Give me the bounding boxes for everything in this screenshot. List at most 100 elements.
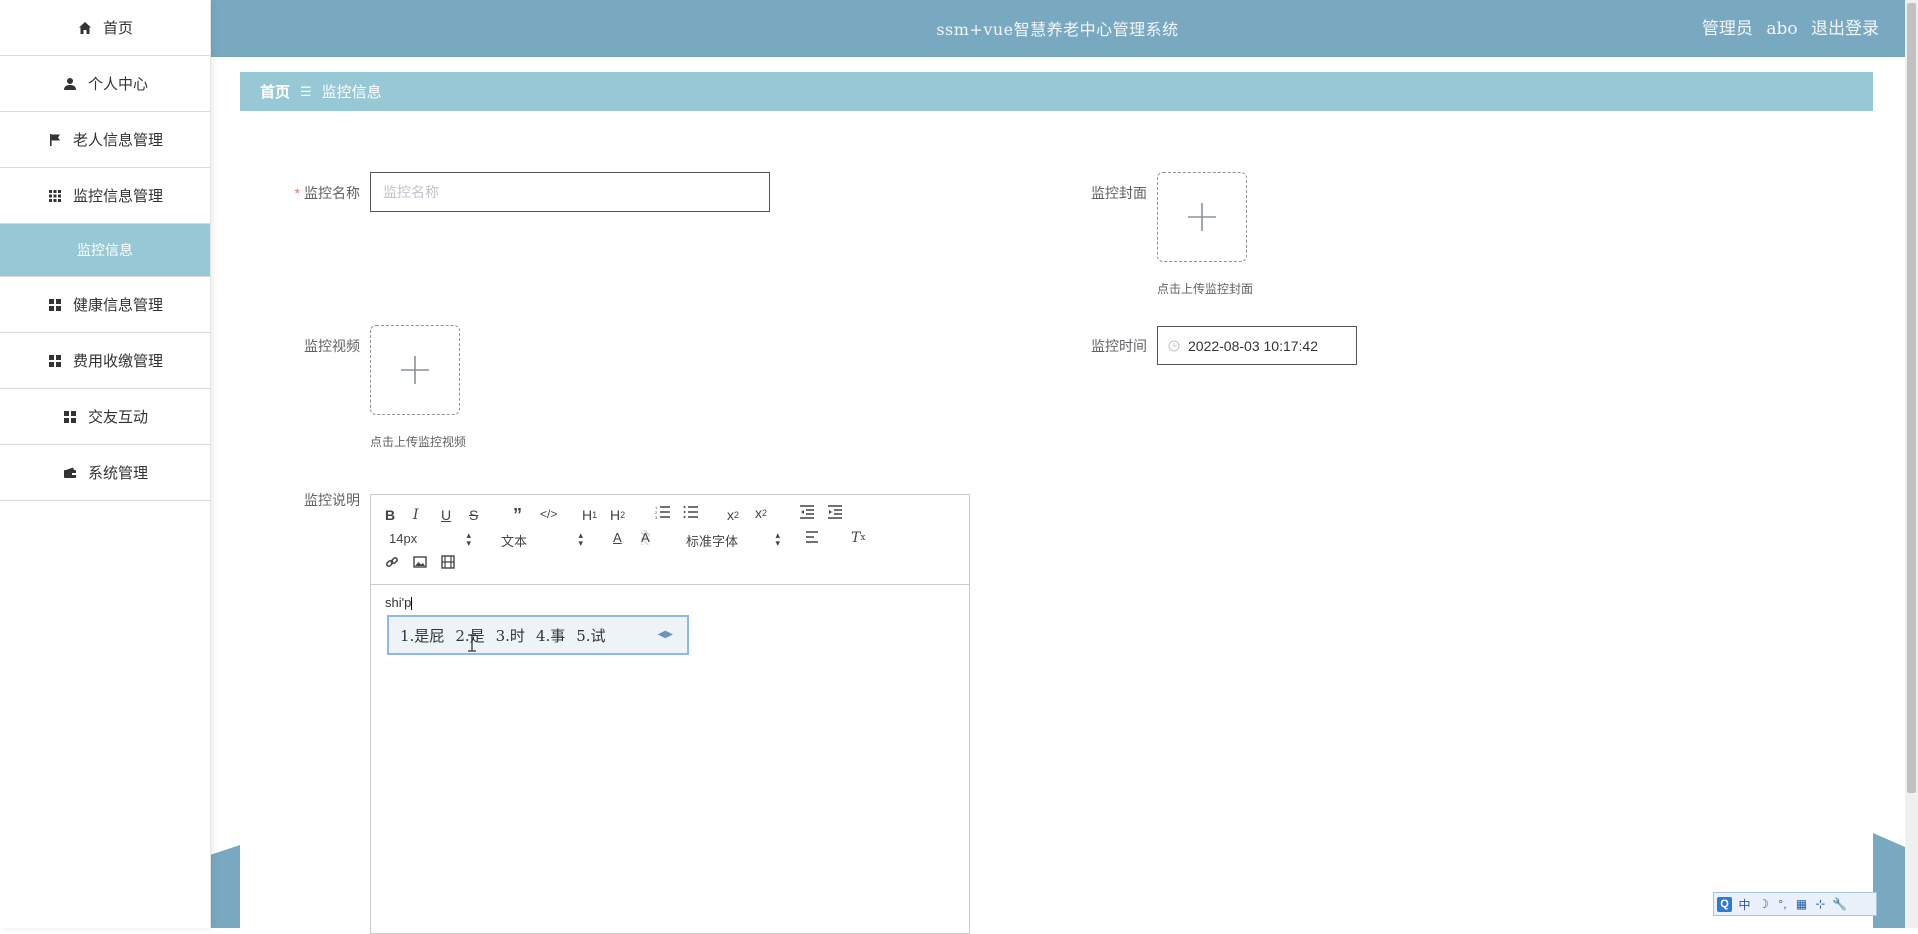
h2-icon[interactable]: H2 [610,507,625,523]
image-icon[interactable] [413,555,427,569]
video-upload-tip: 点击上传监控视频 [370,435,467,449]
user-area: 管理员 abo 退出登录 [1702,14,1879,39]
font-size-select[interactable]: 14px ▴ ▾ [389,530,471,548]
ime-candidate[interactable]: 5.试 [576,625,605,646]
sidebar: 首页 个人中心 老人信息管理 监控信息管理 监控信息 健康信息管理 费用收缴管理… [0,0,211,928]
clock-icon [1168,340,1180,352]
sidebar-item-label: 老人信息管理 [72,132,163,149]
time-label: 监控时间 [1091,338,1147,354]
sidebar-item-personal-center[interactable]: 个人中心 [0,56,210,112]
text-caret [411,597,413,611]
apps-icon [47,353,63,369]
username: abo [1766,19,1798,39]
plus-icon [1188,203,1216,231]
indent-icon[interactable] [827,505,843,519]
ime-status-bar: Q 中 ☽ °, ▦ ⊹ 🔧 [1713,892,1877,916]
background-color-icon[interactable]: A [641,530,650,545]
app-title: ssm+vue智慧养老中心管理系统 [936,20,1179,39]
editor-toolbar: B I U S ” </> H1 H2 123 x2 x2 14px ▴ ▾ 文本 ▴… [371,495,969,585]
ime-page-arrows-icon[interactable]: ◀▶ [658,629,673,640]
plus-icon [401,356,429,384]
subscript-icon[interactable]: x2 [727,507,739,523]
rich-text-editor: B I U S ” </> H1 H2 123 x2 x2 14px ▴ ▾ 文本 ▴… [370,494,970,934]
required-mark: * [294,185,300,201]
font-family-select[interactable]: 标准字体 ▴ ▾ [686,530,780,550]
underline-icon[interactable]: U [441,507,451,523]
ime-mode-chinese[interactable]: 中 [1735,894,1754,914]
user-icon [62,76,78,92]
sidebar-item-label: 费用收缴管理 [72,353,163,370]
ordered-list-icon[interactable]: 123 [655,505,671,519]
sidebar-item-label: 监控信息管理 [72,188,163,205]
sidebar-item-label: 个人中心 [87,76,148,93]
sidebar-item-label: 监控信息 [77,242,133,258]
ime-candidate[interactable]: 4.事 [536,625,565,646]
sidebar-item-label: 交友互动 [87,409,148,426]
sidebar-item-label: 健康信息管理 [72,297,163,314]
breadcrumb-separator-icon: ☰ [300,83,312,99]
bold-icon[interactable]: B [385,507,395,523]
monitor-time-picker[interactable]: 2022-08-03 10:17:42 [1157,326,1357,365]
sidebar-item-elder-info[interactable]: 老人信息管理 [0,112,210,168]
ime-candidate-window[interactable]: 1.是屁 2.是 3.时 4.事 5.试 ◀▶ [387,615,689,655]
logout-button[interactable]: 退出登录 [1811,19,1879,39]
sidebar-item-fee-management[interactable]: 费用收缴管理 [0,333,210,389]
sidebar-item-monitor-management[interactable]: 监控信息管理 [0,168,210,224]
ime-keyboard-icon[interactable]: ▦ [1792,894,1811,914]
cover-upload-tip: 点击上传监控封面 [1157,282,1254,296]
ime-punctuation-icon[interactable]: °, [1773,894,1792,914]
quote-icon[interactable]: ” [513,505,522,526]
select-arrow-icon: ▴ ▾ [466,530,471,548]
ime-candidate[interactable]: 3.时 [496,625,525,646]
vertical-scrollbar[interactable] [1905,0,1918,928]
sidebar-item-home[interactable]: 首页 [0,0,210,56]
svg-text:3: 3 [655,515,658,519]
ime-settings-icon[interactable]: 🔧 [1830,894,1849,914]
outdent-icon[interactable] [799,505,815,519]
apps-icon [47,297,63,313]
monitor-name-input[interactable] [370,172,770,212]
cover-label: 监控封面 [1091,185,1147,201]
header-type-select[interactable]: 文本 ▴ ▾ [501,531,583,550]
link-icon[interactable] [385,555,399,569]
strike-icon[interactable]: S [469,507,478,523]
ime-toolbox-icon[interactable]: ⊹ [1811,894,1830,914]
cover-upload-button[interactable] [1157,172,1247,262]
sidebar-item-health-management[interactable]: 健康信息管理 [0,277,210,333]
top-header: ssm+vue智慧养老中心管理系统 管理员 abo 退出登录 [210,0,1905,57]
scrollbar-thumb[interactable] [1907,3,1916,793]
wallet-icon [62,465,78,481]
select-arrow-icon: ▴ ▾ [775,530,780,548]
video-upload-button[interactable] [370,325,460,415]
sidebar-item-label: 首页 [102,20,133,37]
bullet-list-icon[interactable] [683,505,699,519]
ime-candidate[interactable]: 1.是屁 [400,625,444,646]
apps-icon [62,409,78,425]
user-role: 管理员 [1701,19,1753,39]
grid-icon [47,188,63,204]
font-color-icon[interactable]: A [613,530,622,545]
sidebar-item-social[interactable]: 交友互动 [0,389,210,445]
decorative-corner-right [1873,833,1905,928]
code-icon[interactable]: </> [540,507,557,521]
sidebar-item-label: 系统管理 [87,465,148,482]
italic-icon[interactable]: I [413,507,419,523]
name-label: * 监控名称 [294,185,360,201]
editor-content[interactable]: shi'p [385,595,413,611]
video-label: 监控视频 [304,338,360,354]
mouse-ibeam-icon [468,634,476,652]
desc-label: 监控说明 [304,492,360,508]
sidebar-item-system[interactable]: 系统管理 [0,445,210,501]
clear-format-icon[interactable]: Tx [851,530,865,546]
monitor-time-value: 2022-08-03 10:17:42 [1188,337,1318,354]
ime-logo-icon[interactable]: Q [1717,896,1732,912]
breadcrumb-home[interactable]: 首页 [260,81,290,102]
h1-icon[interactable]: H1 [582,507,597,523]
video-icon[interactable] [441,555,455,569]
breadcrumb-current: 监控信息 [321,84,382,101]
sidebar-item-monitor-info[interactable]: 监控信息 [0,224,210,277]
home-icon [77,20,93,36]
ime-moon-icon[interactable]: ☽ [1754,894,1773,914]
superscript-icon[interactable]: x2 [755,505,767,521]
align-icon[interactable] [805,531,819,543]
